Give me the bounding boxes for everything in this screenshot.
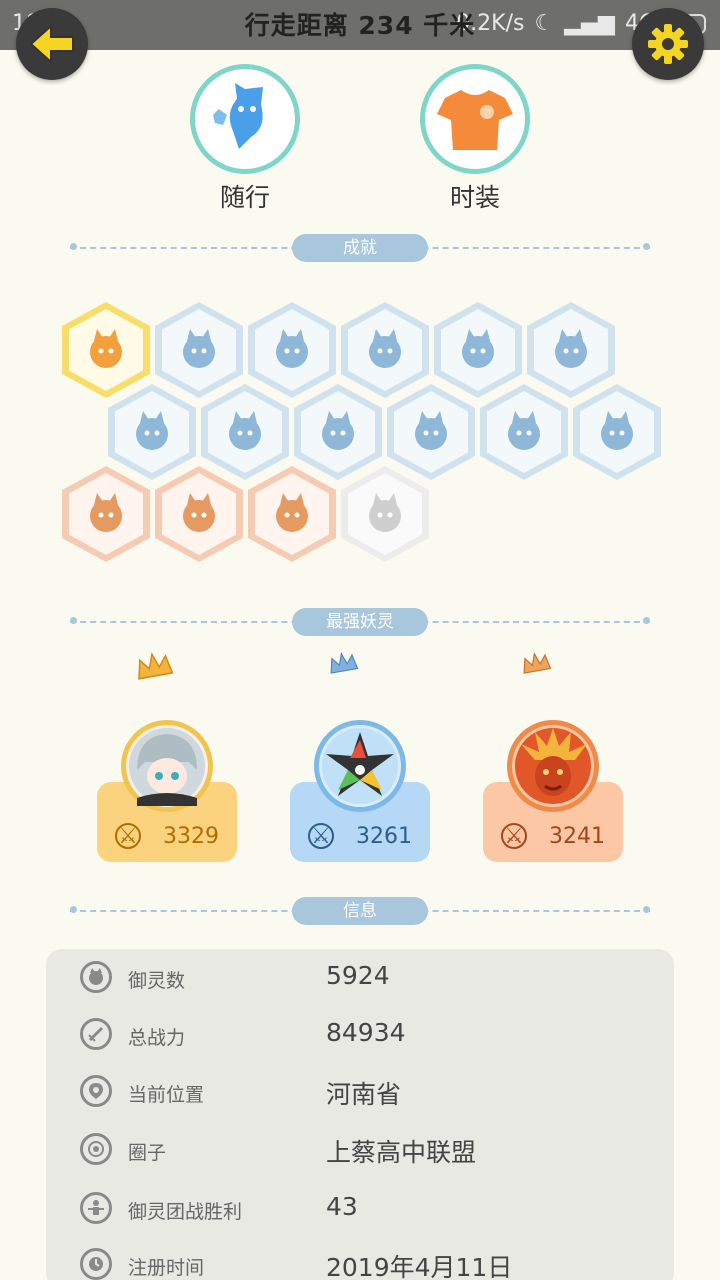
shield-icon: [508, 411, 540, 450]
achievement-badge[interactable]: [573, 384, 661, 480]
location-icon: [80, 1075, 112, 1107]
ox-icon: [183, 493, 215, 532]
spirit-power: ⚔ 3329: [97, 810, 237, 862]
crown-icon: [330, 651, 359, 674]
info-value: 43: [326, 1192, 358, 1221]
fashion-button[interactable]: 时装: [415, 64, 535, 214]
info-label: 当前位置: [128, 1084, 205, 1106]
spirit-card-2[interactable]: ⚔ 3261: [290, 651, 430, 862]
spirit-card-3[interactable]: ⚔ 3241: [483, 651, 623, 862]
orb-icon: [462, 329, 494, 368]
clock-icon: [80, 1248, 112, 1280]
page-title: 行走距离 234 千米: [244, 11, 476, 40]
sword-icon: ⚔: [115, 823, 141, 849]
stroller-icon: [229, 411, 261, 450]
star-creature-avatar-icon: [322, 728, 398, 804]
achievement-badge[interactable]: [341, 466, 429, 562]
radar-icon: [276, 329, 308, 368]
info-value: 上蔡高中联盟: [326, 1138, 477, 1167]
fashion-label: 时装: [449, 183, 500, 212]
spirit-power-value: 3329: [163, 823, 219, 849]
moon-icon: [369, 329, 401, 368]
spirit-avatar: [121, 720, 213, 812]
achievement-badge[interactable]: [480, 384, 568, 480]
achievement-badge[interactable]: [248, 466, 336, 562]
companion-button[interactable]: 随行: [185, 64, 305, 214]
girl-avatar-icon: [129, 728, 205, 806]
yinyang-icon: [415, 411, 447, 450]
sword-icon: [80, 1018, 112, 1050]
arrow-left-icon: [29, 24, 74, 64]
spirit-avatar: [314, 720, 406, 812]
info-label: 御灵团战胜利: [128, 1201, 243, 1223]
ghost-cat-icon: [213, 83, 263, 149]
info-label: 注册时间: [128, 1257, 205, 1279]
info-value: 84934: [326, 1018, 406, 1047]
info-row-circle: 圈子 上蔡高中联盟: [46, 1130, 674, 1170]
achievement-badge[interactable]: [62, 466, 150, 562]
info-value: 5924: [326, 961, 390, 990]
shirt-icon: [437, 90, 513, 150]
yinyang-wave-icon: [555, 329, 587, 368]
spirit-card-1[interactable]: ⚔ 3329: [97, 651, 237, 862]
info-label: 总战力: [128, 1027, 186, 1049]
spirit-power: ⚔ 3241: [483, 810, 623, 862]
spirit-power-value: 3241: [549, 823, 605, 849]
info-row-location: 当前位置 河南省: [46, 1072, 674, 1112]
gear-icon: [648, 24, 688, 64]
settings-button[interactable]: [632, 8, 704, 80]
spirit-avatar: [507, 720, 599, 812]
spirit-icon: [80, 961, 112, 993]
sword-icon: ⚔: [501, 823, 527, 849]
info-header: 信息: [70, 897, 650, 925]
info-label: 圈子: [128, 1142, 167, 1164]
cat-face-icon: [90, 329, 122, 368]
info-row-power: 总战力 84934: [46, 1015, 674, 1055]
achievements-header: 成就: [70, 234, 650, 262]
info-row-spirits: 御灵数 5924: [46, 958, 674, 998]
spirit-power: ⚔ 3261: [290, 810, 430, 862]
spirit-power-value: 3261: [356, 823, 412, 849]
strongest-title: 最强妖灵: [292, 608, 428, 636]
info-label: 御灵数: [128, 970, 186, 992]
crown-icon: [523, 651, 552, 674]
achievements-title: 成就: [292, 234, 428, 262]
fashion-circle: [420, 64, 530, 174]
locked-creature-icon: [369, 493, 401, 532]
creature-icon: [601, 411, 633, 450]
strongest-header: 最强妖灵: [70, 608, 650, 636]
achievement-badge[interactable]: [155, 466, 243, 562]
back-button[interactable]: [16, 8, 88, 80]
info-title: 信息: [292, 897, 428, 925]
companion-label: 随行: [219, 183, 270, 212]
balloon-bear-icon: [322, 411, 354, 450]
info-row-register-date: 注册时间 2019年4月11日: [46, 1245, 674, 1280]
flame-warrior-avatar-icon: [515, 728, 591, 804]
info-row-victories: 御灵团战胜利 43: [46, 1189, 674, 1229]
crown-icon: [138, 651, 174, 680]
info-value: 2019年4月11日: [326, 1253, 513, 1280]
sword-icon: ⚔: [308, 823, 334, 849]
sneaker-icon: [183, 329, 215, 368]
info-value: 河南省: [326, 1080, 402, 1109]
figure-icon: [136, 411, 168, 450]
circle-icon: [80, 1133, 112, 1165]
book-icon: [276, 493, 308, 532]
companion-circle: [190, 64, 300, 174]
egg-icon: [90, 493, 122, 532]
trophy-icon: [80, 1192, 112, 1224]
info-panel: 御灵数 5924 总战力 84934 当前位置 河南省 圈子 上蔡高中联盟 御灵…: [46, 949, 674, 1280]
